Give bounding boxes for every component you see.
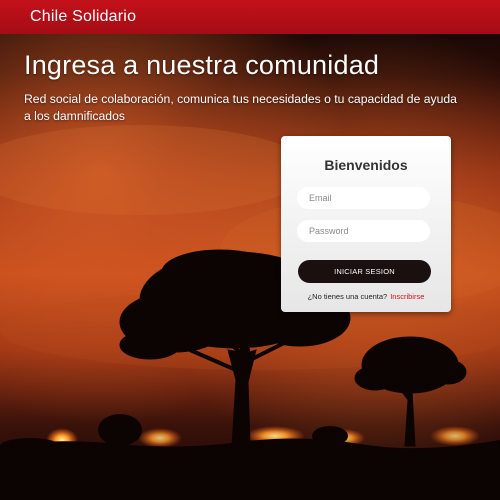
- login-title: Bienvenidos: [324, 157, 408, 173]
- login-card: Bienvenidos INICIAR SESION ¿No tienes un…: [281, 136, 451, 312]
- page-subtitle: Red social de colaboración, comunica tus…: [24, 92, 457, 123]
- password-field[interactable]: [297, 220, 430, 242]
- signup-link[interactable]: Inscribirse: [390, 292, 424, 301]
- email-field[interactable]: [297, 187, 430, 209]
- brand-logo-text[interactable]: Chile Solidario: [30, 8, 136, 26]
- login-button[interactable]: INICIAR SESION: [298, 260, 431, 283]
- signup-row: ¿No tienes una cuenta? Inscribirse: [281, 292, 451, 301]
- signup-prompt: ¿No tienes una cuenta?: [307, 292, 388, 301]
- top-navbar: Chile Solidario: [0, 0, 500, 34]
- page-headline: Ingresa a nuestra comunidad: [24, 50, 380, 80]
